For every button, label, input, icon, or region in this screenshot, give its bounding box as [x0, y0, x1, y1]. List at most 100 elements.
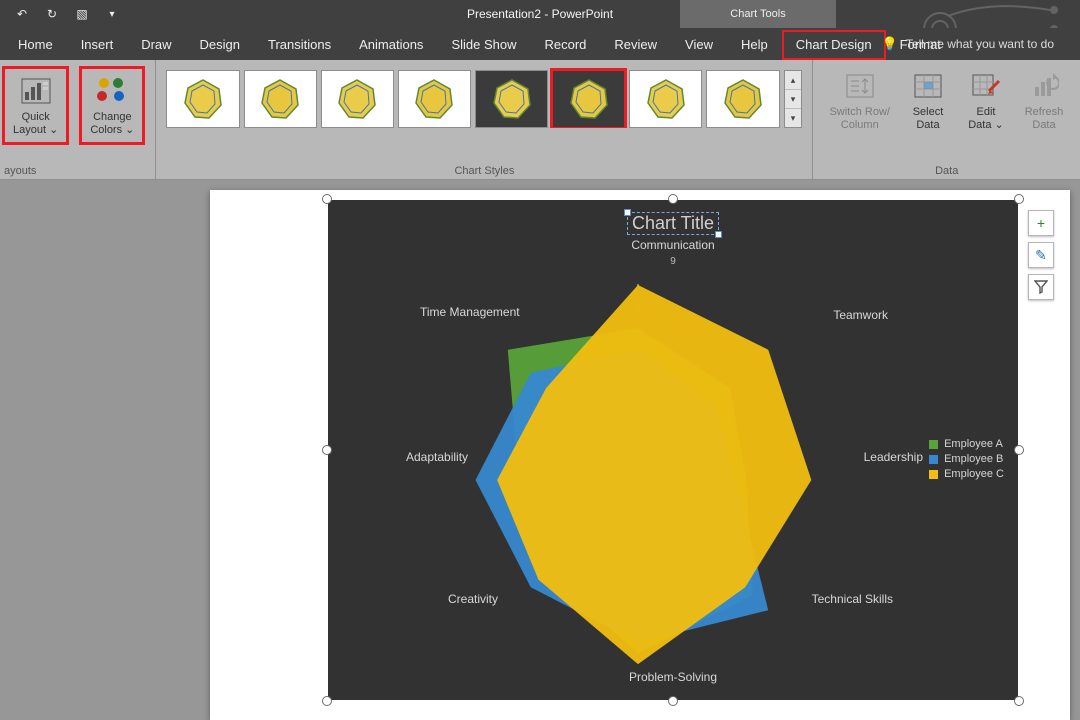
selection-handle[interactable]: [1014, 445, 1024, 455]
highlight-quick-layout: Quick Layout ⌄: [2, 66, 69, 145]
refresh-data-label: Refresh Data: [1025, 106, 1064, 131]
chart-style-option-8[interactable]: [706, 70, 779, 128]
legend-entry-a[interactable]: Employee A: [929, 438, 1004, 450]
lightbulb-icon: 💡: [882, 36, 898, 52]
customize-qat-icon[interactable]: ▾: [104, 6, 120, 22]
tab-transitions[interactable]: Transitions: [254, 30, 345, 60]
redo-icon[interactable]: ↻: [44, 6, 60, 22]
edit-data-button[interactable]: Edit Data ⌄: [960, 66, 1012, 135]
chart-title-text[interactable]: Chart Title: [627, 212, 719, 235]
quick-layout-button[interactable]: Quick Layout ⌄: [7, 71, 64, 140]
chart-style-option-1[interactable]: [166, 70, 239, 128]
legend-label-a: Employee A: [944, 438, 1003, 450]
group-data: Switch Row/ Column Select Data Edit Data…: [812, 60, 1080, 179]
select-data-button[interactable]: Select Data: [902, 66, 954, 135]
title-bar: ↶ ↻ ▧ ▾ Presentation2 - PowerPoint Chart…: [0, 0, 1080, 28]
tab-insert[interactable]: Insert: [67, 30, 128, 60]
edit-data-label: Edit Data ⌄: [968, 106, 1004, 131]
axis-label-problem-solving: Problem-Solving: [629, 670, 717, 684]
ribbon: Quick Layout ⌄ ayouts Change Colors ⌄: [0, 60, 1080, 180]
chart-style-option-3[interactable]: [321, 70, 394, 128]
selection-handle[interactable]: [1014, 696, 1024, 706]
switch-row-column-label: Switch Row/ Column: [829, 106, 890, 131]
tab-slideshow[interactable]: Slide Show: [437, 30, 530, 60]
legend-entry-b[interactable]: Employee B: [929, 453, 1004, 465]
selection-handle[interactable]: [1014, 194, 1024, 204]
slide-canvas[interactable]: Chart Title Communication 9 Teamwork Lea…: [0, 180, 1080, 720]
quick-layout-label: Quick Layout ⌄: [13, 111, 58, 136]
axis-label-adaptability: Adaptability: [406, 450, 468, 464]
axis-label-creativity: Creativity: [448, 592, 498, 606]
tab-design[interactable]: Design: [186, 30, 254, 60]
select-data-label: Select Data: [913, 106, 944, 131]
quick-layout-icon: [20, 75, 52, 107]
selection-handle[interactable]: [668, 194, 678, 204]
legend-label-c: Employee C: [944, 468, 1004, 480]
axis-label-time-mgmt: Time Management: [420, 305, 520, 319]
undo-icon[interactable]: ↶: [14, 6, 30, 22]
select-data-icon: [912, 70, 944, 102]
legend-swatch-b: [929, 455, 938, 464]
chart-style-option-7[interactable]: [629, 70, 702, 128]
legend-label-b: Employee B: [944, 453, 1003, 465]
tab-chart-design[interactable]: Chart Design: [782, 30, 886, 60]
change-colors-label: Change Colors ⌄: [90, 111, 134, 136]
refresh-data-icon: [1028, 70, 1060, 102]
legend-swatch-c: [929, 470, 938, 479]
group-change-colors: Change Colors ⌄: [79, 60, 155, 179]
tell-me-search[interactable]: 💡 Tell me what you want to do: [882, 36, 1054, 52]
quick-access-toolbar: ↶ ↻ ▧ ▾: [0, 6, 120, 22]
plus-icon: +: [1037, 215, 1045, 231]
chart-style-option-4[interactable]: [398, 70, 471, 128]
selection-handle[interactable]: [322, 445, 332, 455]
change-colors-icon: [96, 75, 128, 107]
contextual-tab-label: Chart Tools: [680, 0, 836, 28]
slide[interactable]: Chart Title Communication 9 Teamwork Lea…: [210, 190, 1070, 720]
axis-label-teamwork: Teamwork: [833, 308, 888, 322]
chart-style-gallery-expand[interactable]: ▴▾▾: [784, 70, 803, 128]
switch-row-column-button[interactable]: Switch Row/ Column: [823, 66, 896, 135]
group-chart-styles: ▴▾▾ Chart Styles: [155, 60, 812, 179]
axis-label-technical: Technical Skills: [812, 592, 893, 606]
chart-style-option-5[interactable]: [475, 70, 548, 128]
refresh-data-button[interactable]: Refresh Data: [1018, 66, 1070, 135]
tab-review[interactable]: Review: [600, 30, 671, 60]
selection-handle[interactable]: [322, 696, 332, 706]
chart-styles-button[interactable]: ✎: [1028, 242, 1054, 268]
chart-legend[interactable]: Employee A Employee B Employee C: [929, 435, 1004, 483]
switch-row-column-icon: [844, 70, 876, 102]
chart-elements-button[interactable]: +: [1028, 210, 1054, 236]
chart-float-buttons: + ✎: [1028, 210, 1054, 300]
slideshow-from-start-icon[interactable]: ▧: [74, 6, 90, 22]
legend-swatch-a: [929, 440, 938, 449]
selection-handle[interactable]: [668, 696, 678, 706]
axis-label-communication: Communication: [631, 238, 714, 252]
tab-animations[interactable]: Animations: [345, 30, 437, 60]
edit-data-icon: [970, 70, 1002, 102]
axis-label-leadership: Leadership: [864, 450, 923, 464]
chart-style-option-6[interactable]: [552, 70, 625, 128]
chart-style-option-2[interactable]: [244, 70, 317, 128]
tab-record[interactable]: Record: [530, 30, 600, 60]
tab-view[interactable]: View: [671, 30, 727, 60]
funnel-icon: [1034, 280, 1048, 294]
tell-me-placeholder: Tell me what you want to do: [906, 37, 1054, 51]
tab-home[interactable]: Home: [4, 30, 67, 60]
selection-handle[interactable]: [322, 194, 332, 204]
group-label-chart-styles: Chart Styles: [156, 165, 812, 177]
group-label-layouts: ayouts: [0, 165, 79, 177]
ribbon-tabs: Home Insert Draw Design Transitions Anim…: [0, 28, 1080, 60]
chart-object[interactable]: Chart Title Communication 9 Teamwork Lea…: [328, 200, 1018, 700]
group-label-data: Data: [813, 165, 1080, 177]
axis-scale-max: 9: [670, 256, 676, 267]
chart-style-gallery: ▴▾▾: [166, 66, 802, 128]
change-colors-button[interactable]: Change Colors ⌄: [84, 71, 140, 140]
tab-help[interactable]: Help: [727, 30, 782, 60]
highlight-change-colors: Change Colors ⌄: [79, 66, 145, 145]
tab-draw[interactable]: Draw: [127, 30, 185, 60]
group-chart-layouts: Quick Layout ⌄ ayouts: [0, 60, 79, 179]
chart-filters-button[interactable]: [1028, 274, 1054, 300]
legend-entry-c[interactable]: Employee C: [929, 468, 1004, 480]
brush-icon: ✎: [1035, 247, 1047, 264]
chart-title[interactable]: Chart Title: [328, 212, 1018, 235]
